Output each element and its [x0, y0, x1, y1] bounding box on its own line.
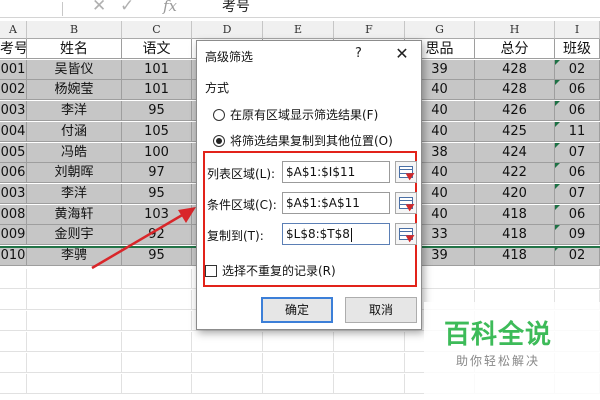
copy-to-input[interactable]: $L$8:$T$8: [282, 223, 390, 245]
text-caret: [350, 227, 352, 242]
help-button[interactable]: ?: [355, 46, 362, 61]
radio-copy-label: 将筛选结果复制到其他位置(O): [230, 134, 393, 148]
method-label: 方式: [205, 81, 230, 95]
unique-records-checkbox[interactable]: [205, 265, 217, 277]
advanced-filter-dialog: 高级筛选 ? ✕ 方式 在原有区域显示筛选结果(F) 将筛选结果复制到其他位置(…: [196, 40, 422, 330]
copy-to-value: $L$8:$T$8: [286, 227, 350, 241]
dialog-title: 高级筛选: [205, 50, 254, 64]
criteria-range-input[interactable]: $A$1:$A$11: [282, 192, 390, 214]
cancel-button[interactable]: 取消: [345, 297, 417, 323]
copy-to-label: 复制到(T):: [207, 229, 264, 243]
spreadsheet-window: ✕ ✓ fx 考号 A B C D E F G H I 考号 姓名 语文 思品 总分 班级…: [0, 0, 600, 400]
radio-in-place-circle[interactable]: [213, 109, 225, 121]
criteria-range-collapse-button[interactable]: [395, 192, 417, 214]
copy-to-collapse-button[interactable]: [395, 223, 417, 245]
radio-in-place-label: 在原有区域显示筛选结果(F): [230, 108, 379, 122]
radio-copy-circle[interactable]: [213, 135, 225, 147]
list-range-collapse-button[interactable]: [395, 161, 417, 183]
unique-records-label: 选择不重复的记录(R): [222, 264, 336, 278]
list-range-input[interactable]: $A$1:$I$11: [282, 161, 390, 183]
ok-button[interactable]: 确定: [261, 297, 333, 323]
close-icon[interactable]: ✕: [393, 44, 411, 63]
criteria-range-label: 条件区域(C):: [207, 198, 277, 212]
watermark: 百科全说 助你轻松解决: [424, 302, 600, 400]
watermark-subtitle: 助你轻松解决: [456, 354, 541, 368]
list-range-label: 列表区域(L):: [207, 167, 276, 181]
watermark-title: 百科全说: [444, 320, 553, 350]
